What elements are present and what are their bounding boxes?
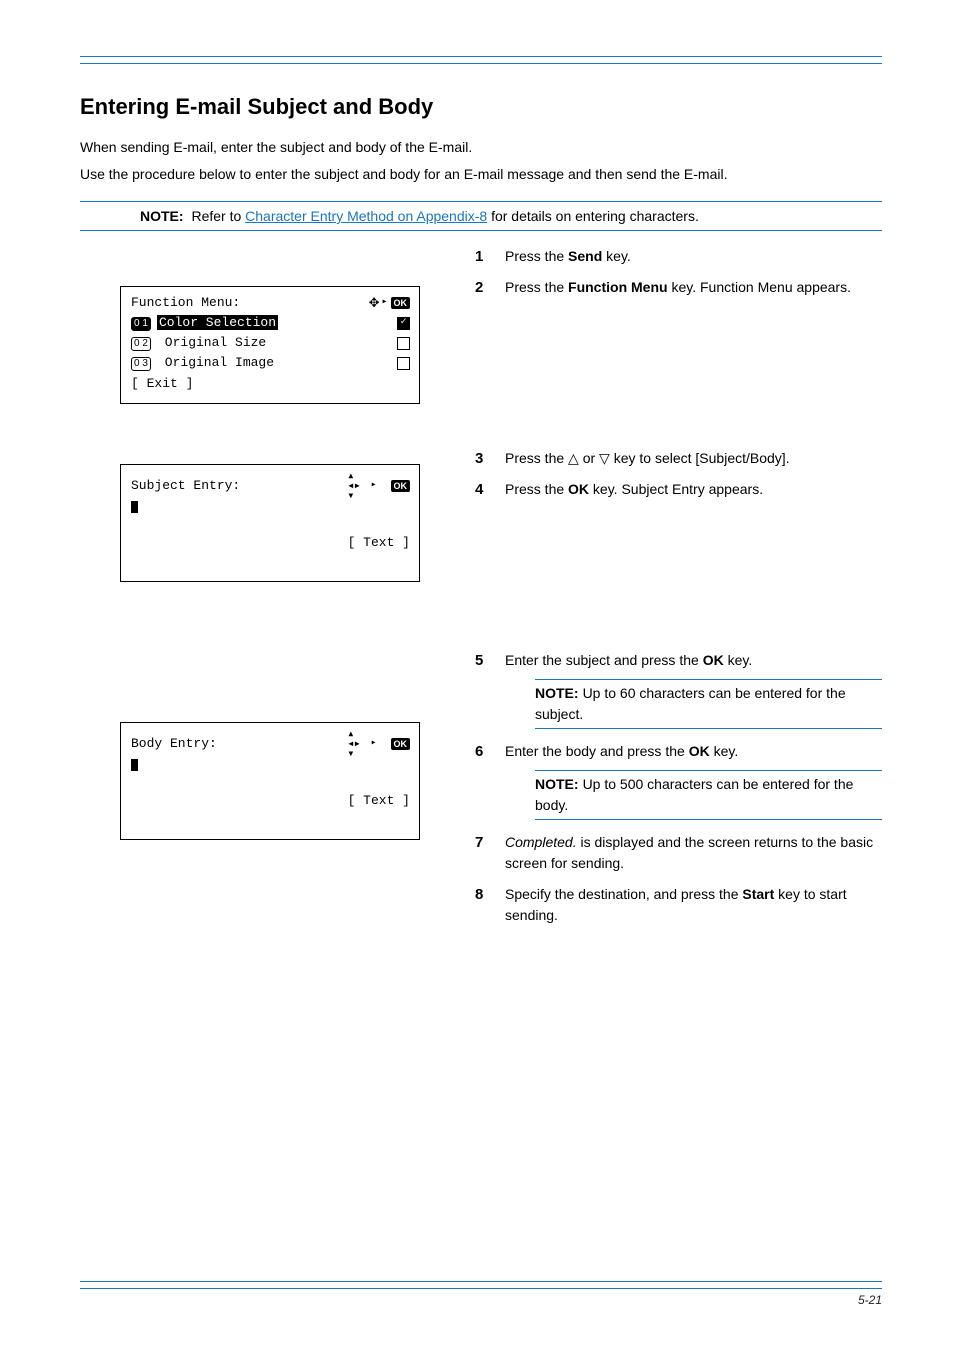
- dpad-ok-icon: ▴◂ ▸▾ ▸ OK: [347, 729, 410, 759]
- lcd2-footer-right: [ Text ]: [348, 533, 410, 553]
- page-title: Entering E-mail Subject and Body: [80, 90, 882, 123]
- lcd1-num-2: 0 2: [131, 337, 151, 351]
- lcd1-item-3: Original Image: [157, 355, 274, 370]
- step-2: Press the Function Menu key. Function Me…: [475, 277, 882, 298]
- cursor-icon: [131, 759, 138, 771]
- note-subject-limit: NOTE:Up to 60 characters can be entered …: [535, 679, 882, 729]
- step-5: Enter the subject and press the OK key. …: [475, 650, 882, 729]
- note-main: NOTE: Refer to Character Entry Method on…: [80, 201, 882, 231]
- checkbox-checked-icon: ✓: [397, 317, 410, 330]
- lcd1-num-1: 0 1: [131, 317, 151, 331]
- lcd3-title: Body Entry:: [131, 734, 217, 754]
- lcd-function-menu: Function Menu: ✥▸OK 0 1 Color Selection ✓…: [120, 286, 420, 404]
- step-8: Specify the destination, and press the S…: [475, 884, 882, 926]
- step-6: Enter the body and press the OK key. NOT…: [475, 741, 882, 820]
- lcd1-item-1: Color Selection: [157, 315, 278, 330]
- note-subject-text: Up to 60 characters can be entered for t…: [535, 685, 846, 722]
- note-label: NOTE:: [535, 776, 579, 792]
- key-ok: OK: [568, 481, 589, 497]
- key-start: Start: [742, 886, 774, 902]
- triangle-down-icon: ▽: [599, 450, 610, 466]
- lcd3-footer-right: [ Text ]: [348, 791, 410, 811]
- page-number: 5-21: [80, 1291, 882, 1309]
- note-text-before: Refer to: [191, 208, 245, 224]
- lcd1-title: Function Menu:: [131, 293, 240, 313]
- key-function-menu: Function Menu: [568, 279, 668, 295]
- key-send: Send: [568, 248, 602, 264]
- step-1: Press the Send key.: [475, 246, 882, 267]
- dpad-ok-icon: ✥▸OK: [369, 293, 410, 313]
- step-3: Press the △ or ▽ key to select [Subject/…: [475, 448, 882, 469]
- checkbox-empty-icon: [397, 337, 410, 350]
- key-ok: OK: [689, 743, 710, 759]
- lcd1-item-2: Original Size: [157, 335, 266, 350]
- footer-rule: [80, 1281, 882, 1289]
- intro-block: When sending E-mail, enter the subject a…: [80, 137, 882, 185]
- intro-paragraph-1: When sending E-mail, enter the subject a…: [80, 137, 882, 158]
- step-4: Press the OK key. Subject Entry appears.: [475, 479, 882, 500]
- lcd1-footer-left: [ Exit ]: [131, 374, 193, 394]
- lcd2-title: Subject Entry:: [131, 476, 240, 496]
- key-ok: OK: [703, 652, 724, 668]
- note-body-limit: NOTE:Up to 500 characters can be entered…: [535, 770, 882, 820]
- lcd1-num-3: 0 3: [131, 357, 151, 371]
- note-label: NOTE:: [535, 685, 579, 701]
- lcd-subject-entry: Subject Entry: ▴◂ ▸▾ ▸ OK [ Text ]: [120, 464, 420, 582]
- checkbox-empty-icon: [397, 357, 410, 370]
- step-7: Completed. is displayed and the screen r…: [475, 832, 882, 874]
- cursor-icon: [131, 501, 138, 513]
- completed-text: Completed.: [505, 834, 577, 850]
- triangle-up-icon: △: [568, 450, 579, 466]
- lcd-body-entry: Body Entry: ▴◂ ▸▾ ▸ OK [ Text ]: [120, 722, 420, 840]
- dpad-ok-icon: ▴◂ ▸▾ ▸ OK: [347, 471, 410, 501]
- intro-paragraph-2: Use the procedure below to enter the sub…: [80, 164, 882, 185]
- note-body-text: Up to 500 characters can be entered for …: [535, 776, 853, 813]
- note-link[interactable]: Character Entry Method on Appendix-8: [245, 208, 487, 224]
- header-rule: [80, 56, 882, 64]
- note-label: NOTE:: [140, 208, 184, 224]
- note-text-after: for details on entering characters.: [487, 208, 699, 224]
